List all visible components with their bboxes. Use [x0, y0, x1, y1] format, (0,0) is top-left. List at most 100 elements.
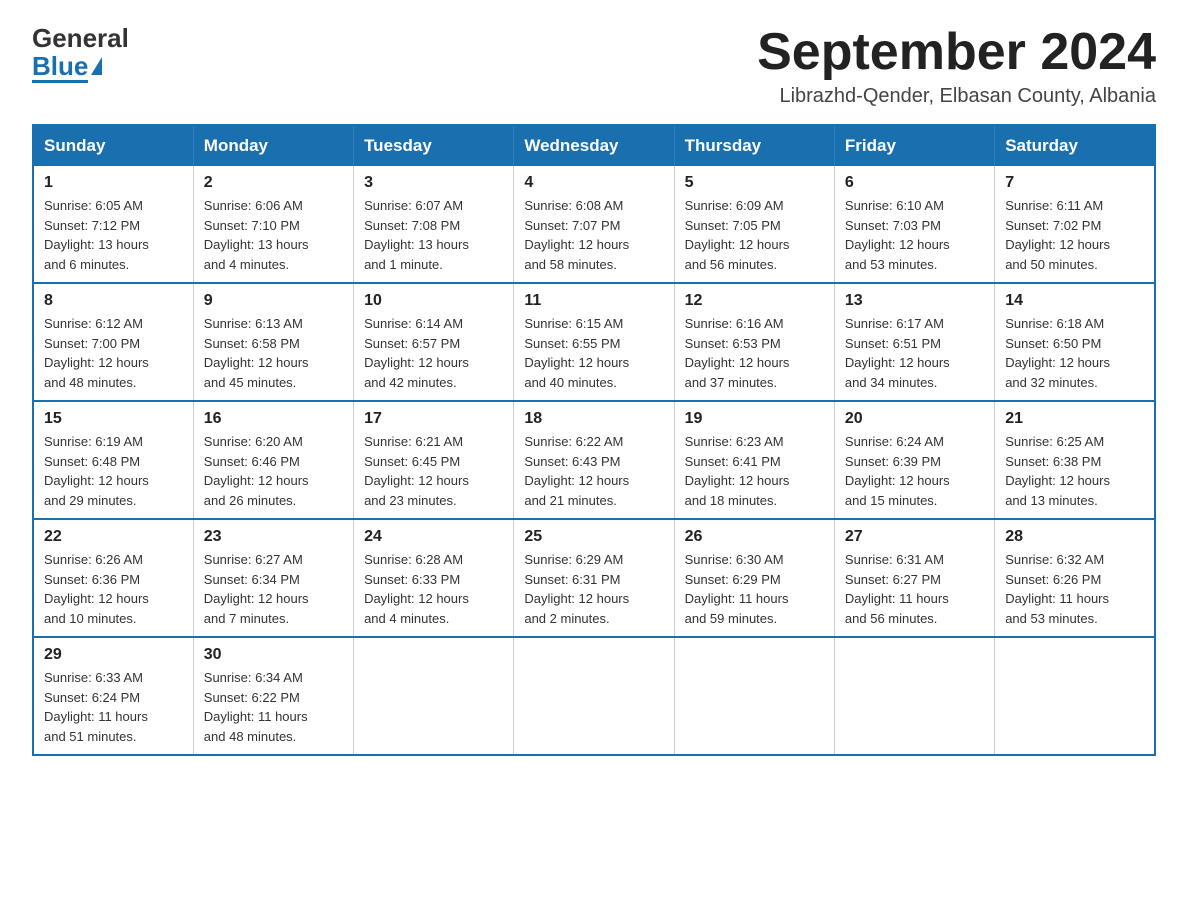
header-saturday: Saturday [995, 125, 1155, 166]
day-number: 21 [1005, 410, 1144, 428]
day-info: Sunrise: 6:14 AMSunset: 6:57 PMDaylight:… [364, 314, 503, 392]
calendar-cell: 14 Sunrise: 6:18 AMSunset: 6:50 PMDayligh… [995, 283, 1155, 401]
logo: General Blue [32, 24, 129, 83]
day-number: 24 [364, 528, 503, 546]
calendar-cell [834, 637, 994, 755]
day-info: Sunrise: 6:17 AMSunset: 6:51 PMDaylight:… [845, 314, 984, 392]
day-number: 19 [685, 410, 824, 428]
day-info: Sunrise: 6:12 AMSunset: 7:00 PMDaylight:… [44, 314, 183, 392]
day-number: 15 [44, 410, 183, 428]
calendar-cell: 15 Sunrise: 6:19 AMSunset: 6:48 PMDayligh… [33, 401, 193, 519]
logo-blue: Blue [32, 53, 88, 83]
day-number: 2 [204, 174, 343, 192]
calendar-cell: 20 Sunrise: 6:24 AMSunset: 6:39 PMDayligh… [834, 401, 994, 519]
day-info: Sunrise: 6:11 AMSunset: 7:02 PMDaylight:… [1005, 196, 1144, 274]
calendar-cell [514, 637, 674, 755]
calendar-cell: 1 Sunrise: 6:05 AMSunset: 7:12 PMDaylight… [33, 166, 193, 283]
day-info: Sunrise: 6:30 AMSunset: 6:29 PMDaylight:… [685, 550, 824, 628]
day-info: Sunrise: 6:28 AMSunset: 6:33 PMDaylight:… [364, 550, 503, 628]
day-info: Sunrise: 6:18 AMSunset: 6:50 PMDaylight:… [1005, 314, 1144, 392]
calendar-cell: 25 Sunrise: 6:29 AMSunset: 6:31 PMDayligh… [514, 519, 674, 637]
logo-triangle-icon [91, 57, 102, 75]
day-info: Sunrise: 6:32 AMSunset: 6:26 PMDaylight:… [1005, 550, 1144, 628]
header-tuesday: Tuesday [354, 125, 514, 166]
day-number: 11 [524, 292, 663, 310]
day-info: Sunrise: 6:21 AMSunset: 6:45 PMDaylight:… [364, 432, 503, 510]
day-info: Sunrise: 6:20 AMSunset: 6:46 PMDaylight:… [204, 432, 343, 510]
header-sunday: Sunday [33, 125, 193, 166]
calendar-cell [995, 637, 1155, 755]
day-number: 1 [44, 174, 183, 192]
calendar-cell: 13 Sunrise: 6:17 AMSunset: 6:51 PMDayligh… [834, 283, 994, 401]
day-info: Sunrise: 6:24 AMSunset: 6:39 PMDaylight:… [845, 432, 984, 510]
day-number: 23 [204, 528, 343, 546]
day-number: 26 [685, 528, 824, 546]
day-info: Sunrise: 6:13 AMSunset: 6:58 PMDaylight:… [204, 314, 343, 392]
day-number: 25 [524, 528, 663, 546]
calendar-cell: 23 Sunrise: 6:27 AMSunset: 6:34 PMDayligh… [193, 519, 353, 637]
header-thursday: Thursday [674, 125, 834, 166]
calendar-cell: 5 Sunrise: 6:09 AMSunset: 7:05 PMDaylight… [674, 166, 834, 283]
day-info: Sunrise: 6:34 AMSunset: 6:22 PMDaylight:… [204, 668, 343, 746]
header-monday: Monday [193, 125, 353, 166]
calendar-week-row: 22Sunrise: 6:26 AMSunset: 6:36 PMDayligh… [33, 519, 1155, 637]
day-number: 9 [204, 292, 343, 310]
calendar-cell: 12Sunrise: 6:16 AMSunset: 6:53 PMDayligh… [674, 283, 834, 401]
day-number: 7 [1005, 174, 1144, 192]
header-wednesday: Wednesday [514, 125, 674, 166]
calendar-cell [354, 637, 514, 755]
day-info: Sunrise: 6:22 AMSunset: 6:43 PMDaylight:… [524, 432, 663, 510]
day-info: Sunrise: 6:09 AMSunset: 7:05 PMDaylight:… [685, 196, 824, 274]
calendar-week-row: 15 Sunrise: 6:19 AMSunset: 6:48 PMDayligh… [33, 401, 1155, 519]
calendar-cell: 30Sunrise: 6:34 AMSunset: 6:22 PMDayligh… [193, 637, 353, 755]
calendar-cell: 3Sunrise: 6:07 AMSunset: 7:08 PMDaylight… [354, 166, 514, 283]
calendar-week-row: 29 Sunrise: 6:33 AMSunset: 6:24 PMDayligh… [33, 637, 1155, 755]
day-number: 20 [845, 410, 984, 428]
day-info: Sunrise: 6:05 AMSunset: 7:12 PMDaylight:… [44, 196, 183, 274]
day-info: Sunrise: 6:33 AMSunset: 6:24 PMDaylight:… [44, 668, 183, 746]
day-number: 29 [44, 646, 183, 664]
calendar-table: SundayMondayTuesdayWednesdayThursdayFrid… [32, 124, 1156, 756]
day-number: 8 [44, 292, 183, 310]
day-info: Sunrise: 6:19 AMSunset: 6:48 PMDaylight:… [44, 432, 183, 510]
calendar-cell: 21 Sunrise: 6:25 AMSunset: 6:38 PMDayligh… [995, 401, 1155, 519]
day-number: 13 [845, 292, 984, 310]
calendar-cell: 9 Sunrise: 6:13 AMSunset: 6:58 PMDaylight… [193, 283, 353, 401]
month-title: September 2024 [757, 24, 1156, 81]
calendar-cell: 6 Sunrise: 6:10 AMSunset: 7:03 PMDaylight… [834, 166, 994, 283]
day-number: 3 [364, 174, 503, 192]
title-area: September 2024 Librazhd-Qender, Elbasan … [757, 24, 1156, 108]
day-info: Sunrise: 6:25 AMSunset: 6:38 PMDaylight:… [1005, 432, 1144, 510]
calendar-cell: 26 Sunrise: 6:30 AMSunset: 6:29 PMDayligh… [674, 519, 834, 637]
calendar-cell: 18Sunrise: 6:22 AMSunset: 6:43 PMDayligh… [514, 401, 674, 519]
calendar-week-row: 1 Sunrise: 6:05 AMSunset: 7:12 PMDaylight… [33, 166, 1155, 283]
calendar-cell: 2 Sunrise: 6:06 AMSunset: 7:10 PMDaylight… [193, 166, 353, 283]
day-number: 14 [1005, 292, 1144, 310]
calendar-header-row: SundayMondayTuesdayWednesdayThursdayFrid… [33, 125, 1155, 166]
day-info: Sunrise: 6:26 AMSunset: 6:36 PMDaylight:… [44, 550, 183, 628]
day-info: Sunrise: 6:15 AMSunset: 6:55 PMDaylight:… [524, 314, 663, 392]
day-number: 5 [685, 174, 824, 192]
calendar-cell: 28Sunrise: 6:32 AMSunset: 6:26 PMDayligh… [995, 519, 1155, 637]
location-subtitle: Librazhd-Qender, Elbasan County, Albania [757, 85, 1156, 108]
calendar-cell [674, 637, 834, 755]
day-info: Sunrise: 6:06 AMSunset: 7:10 PMDaylight:… [204, 196, 343, 274]
day-info: Sunrise: 6:29 AMSunset: 6:31 PMDaylight:… [524, 550, 663, 628]
day-number: 16 [204, 410, 343, 428]
page-header: General Blue September 2024 Librazhd-Qen… [32, 24, 1156, 108]
day-info: Sunrise: 6:23 AMSunset: 6:41 PMDaylight:… [685, 432, 824, 510]
day-info: Sunrise: 6:10 AMSunset: 7:03 PMDaylight:… [845, 196, 984, 274]
day-number: 6 [845, 174, 984, 192]
day-info: Sunrise: 6:27 AMSunset: 6:34 PMDaylight:… [204, 550, 343, 628]
day-number: 10 [364, 292, 503, 310]
calendar-cell: 11 Sunrise: 6:15 AMSunset: 6:55 PMDayligh… [514, 283, 674, 401]
calendar-cell: 4 Sunrise: 6:08 AMSunset: 7:07 PMDaylight… [514, 166, 674, 283]
calendar-cell: 10 Sunrise: 6:14 AMSunset: 6:57 PMDayligh… [354, 283, 514, 401]
day-number: 4 [524, 174, 663, 192]
calendar-cell: 8 Sunrise: 6:12 AMSunset: 7:00 PMDaylight… [33, 283, 193, 401]
calendar-cell: 24 Sunrise: 6:28 AMSunset: 6:33 PMDayligh… [354, 519, 514, 637]
calendar-cell: 16 Sunrise: 6:20 AMSunset: 6:46 PMDayligh… [193, 401, 353, 519]
calendar-cell: 29 Sunrise: 6:33 AMSunset: 6:24 PMDayligh… [33, 637, 193, 755]
calendar-cell: 27Sunrise: 6:31 AMSunset: 6:27 PMDayligh… [834, 519, 994, 637]
day-info: Sunrise: 6:08 AMSunset: 7:07 PMDaylight:… [524, 196, 663, 274]
